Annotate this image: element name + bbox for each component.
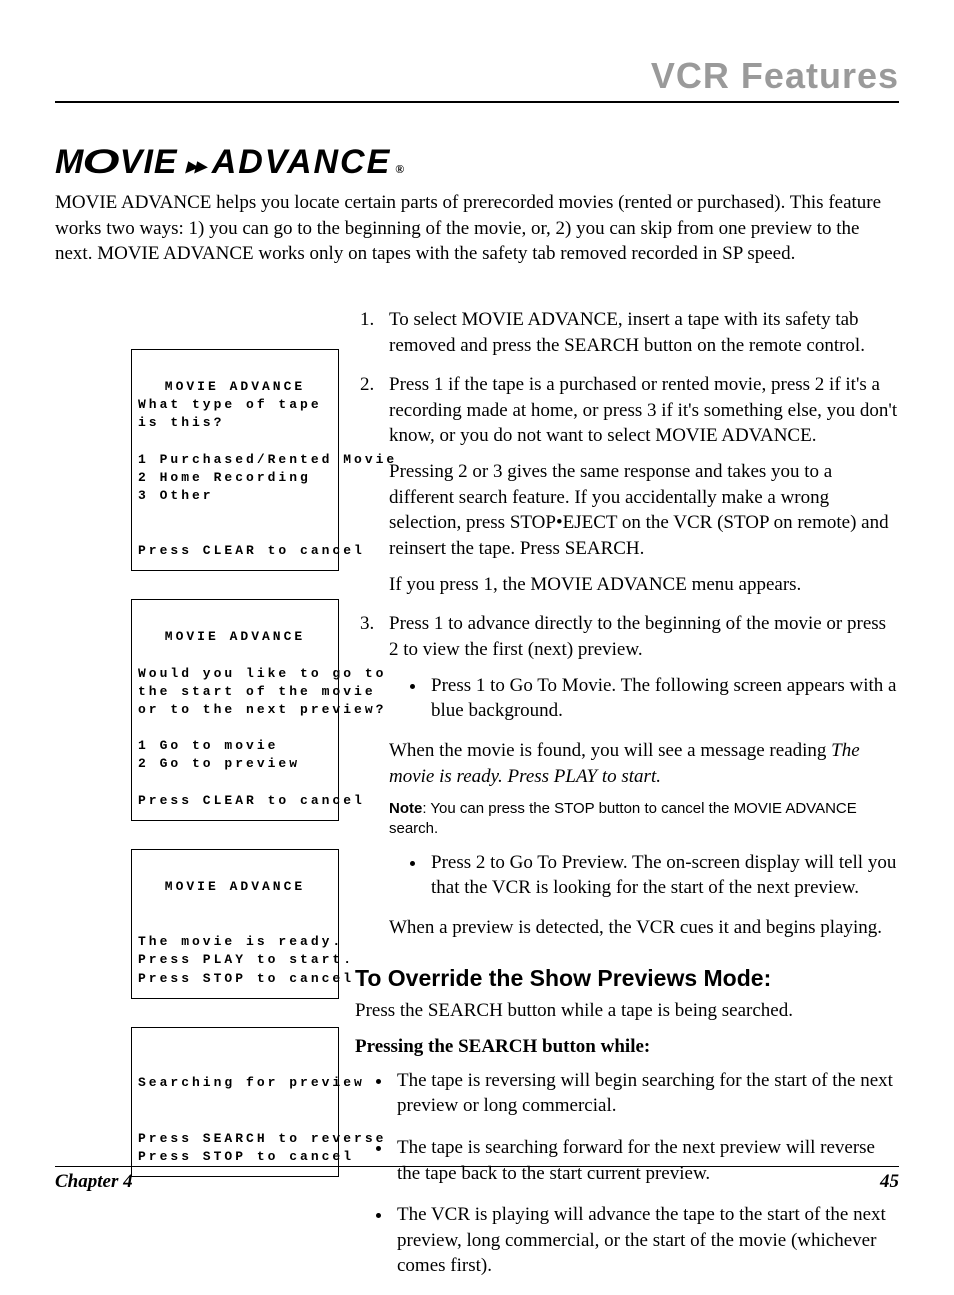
bullet-goto-preview: Press 2 to Go To Preview. The on-screen …	[427, 850, 899, 901]
osd-screen-tape-type: MOVIE ADVANCEWhat type of tape is this? …	[131, 349, 339, 571]
step-1: To select MOVIE ADVANCE, insert a tape w…	[379, 307, 899, 358]
page-number: 45	[880, 1171, 899, 1193]
bullet-goto-movie: Press 1 to Go To Movie. The following sc…	[427, 673, 899, 724]
override-item: The VCR is playing will advance the tape…	[393, 1202, 899, 1279]
chapter-label: Chapter 4	[55, 1171, 133, 1193]
override-sub: Pressing the SEARCH button while:	[355, 1036, 899, 1058]
override-item: The tape is reversing will begin searchi…	[393, 1068, 899, 1119]
step-2: Press 1 if the tape is a purchased or re…	[379, 372, 899, 597]
override-intro: Press the SEARCH button while a tape is …	[355, 1000, 899, 1022]
osd-screen-searching: Searching for preview Press SEARCH to re…	[131, 1027, 339, 1177]
override-heading: To Override the Show Previews Mode:	[355, 965, 899, 992]
step-3: Press 1 to advance directly to the begin…	[379, 611, 899, 940]
movie-advance-logo: MOVIE ▸▸ ADVANCE ®	[55, 143, 899, 182]
section-header: VCR Features	[55, 55, 899, 103]
page-footer: Chapter 4 45	[55, 1166, 899, 1193]
note-text: Note: You can press the STOP button to c…	[389, 799, 899, 840]
osd-screen-goto: MOVIE ADVANCE Would you like to go to th…	[131, 599, 339, 821]
osd-column: MOVIE ADVANCEWhat type of tape is this? …	[55, 307, 325, 1295]
osd-screen-ready: MOVIE ADVANCE The movie is ready. Press …	[131, 849, 339, 999]
instruction-steps: To select MOVIE ADVANCE, insert a tape w…	[355, 307, 899, 941]
intro-paragraph: MOVIE ADVANCE helps you locate certain p…	[55, 190, 895, 267]
